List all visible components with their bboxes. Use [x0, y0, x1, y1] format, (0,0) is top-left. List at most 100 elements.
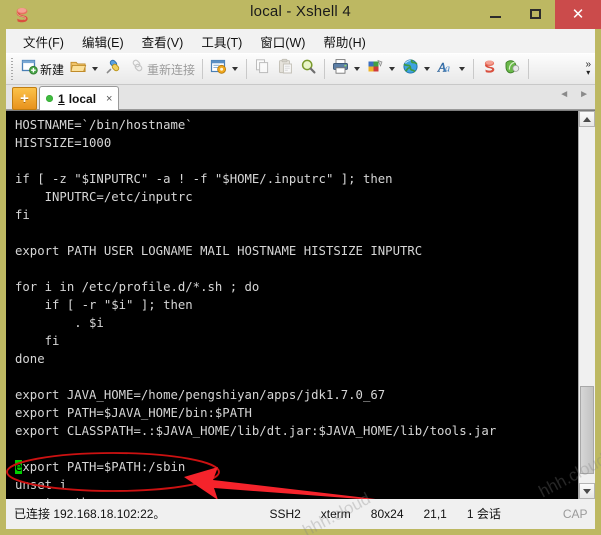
tool-bar: 新建 重新连接 A a » ▾	[6, 54, 595, 85]
menu-help[interactable]: 帮助(H)	[314, 29, 374, 54]
terminal-line: for i in /etc/profile.d/*.sh ; do	[15, 280, 260, 294]
find-button[interactable]	[297, 57, 320, 81]
chevron-down-icon: ▾	[586, 68, 591, 77]
status-size: 80x24	[370, 506, 404, 521]
new-tab-button[interactable]: +	[12, 87, 37, 110]
xshell-button[interactable]	[478, 57, 501, 81]
chevron-up-icon	[583, 116, 591, 122]
globe-icon	[402, 58, 419, 80]
terminal-line: export CLASSPATH=.:$JAVA_HOME/lib/dt.jar…	[15, 424, 497, 438]
tab-scroll-controls: ◄ ►	[559, 89, 589, 100]
tab-local[interactable]: 1 local ×	[39, 86, 120, 110]
xftp-icon	[504, 58, 521, 80]
xftp-button[interactable]	[501, 57, 524, 81]
connection-status-dot-icon	[46, 95, 53, 102]
open-folder-button[interactable]	[67, 57, 90, 81]
terminal-line: done	[15, 352, 45, 366]
terminal-line: export PATH=$PATH:/sbin	[15, 460, 186, 474]
terminal-screen[interactable]: HOSTNAME=`/bin/hostname` HISTSIZE=1000 if…	[6, 111, 578, 499]
tab-bar: + 1 local × ◄ ►	[6, 85, 595, 110]
terminal-line: HOSTNAME=`/bin/hostname`	[15, 118, 193, 132]
new-session-icon	[21, 58, 38, 80]
copy-button[interactable]	[251, 57, 274, 81]
status-connection: 已连接 192.168.18.102:22。	[14, 507, 166, 521]
print-dropdown-icon[interactable]	[354, 67, 361, 71]
copy-icon	[254, 58, 271, 80]
color-scheme-button[interactable]	[364, 57, 387, 81]
tab-scroll-right-icon[interactable]: ►	[579, 89, 589, 100]
open-folder-dropdown-icon[interactable]	[92, 67, 99, 71]
terminal-line: if [ -z "$INPUTRC" -a ! -f "$HOME/.input…	[15, 172, 393, 186]
terminal-cursor: e	[15, 460, 23, 474]
terminal-scrollbar[interactable]	[578, 111, 595, 499]
maximize-icon	[529, 8, 541, 19]
scrollbar-thumb[interactable]	[580, 386, 594, 474]
tab-label: local	[68, 91, 97, 106]
menu-view[interactable]: 查看(V)	[133, 29, 193, 54]
terminal-line: export PATH USER LOGNAME MAIL HOSTNAME H…	[15, 244, 423, 258]
menu-file[interactable]: 文件(F)	[14, 29, 73, 54]
menu-window[interactable]: 窗口(W)	[251, 29, 314, 54]
terminal-line: fi	[15, 208, 30, 222]
terminal-output: HOSTNAME=`/bin/hostname` HISTSIZE=1000 if…	[15, 116, 496, 499]
toolbar-separator-1	[202, 59, 204, 79]
close-button[interactable]: ✕	[555, 0, 601, 29]
properties-button[interactable]	[207, 57, 230, 81]
status-cursor-position: 21,1	[423, 506, 447, 521]
globe-button[interactable]	[399, 57, 422, 81]
status-sessions: 1 会话	[466, 507, 501, 521]
find-icon	[300, 58, 317, 80]
font-button[interactable]: A a	[434, 57, 457, 81]
new-session-label: 新建	[40, 62, 65, 77]
toolbar-separator-4	[473, 59, 475, 79]
font-dropdown-icon[interactable]	[459, 67, 466, 71]
properties-icon	[210, 58, 227, 80]
disconnect-icon	[128, 58, 145, 80]
tab-close-icon[interactable]: ×	[106, 93, 112, 105]
color-scheme-dropdown-icon[interactable]	[389, 67, 396, 71]
toolbar-separator-2	[246, 59, 248, 79]
status-bar: 已连接 192.168.18.102:22。 SSH2 xterm 80x24 …	[6, 499, 595, 528]
chevron-down-icon	[583, 488, 591, 494]
terminal-line: if [ -r "$i" ]; then	[15, 298, 193, 312]
minimize-button[interactable]	[475, 0, 515, 27]
xshell-icon	[481, 58, 498, 80]
paste-button	[274, 57, 297, 81]
terminal-panel: HOSTNAME=`/bin/hostname` HISTSIZE=1000 if…	[6, 110, 595, 499]
terminal-line: export JAVA_HOME=/home/pengshiyan/apps/j…	[15, 388, 386, 402]
font-icon: A a	[437, 58, 454, 80]
toolbar-separator-5	[528, 59, 530, 79]
terminal-line: export PATH=$JAVA_HOME/bin:$PATH	[15, 406, 252, 420]
scroll-down-button[interactable]	[579, 483, 595, 499]
tab-scroll-left-icon[interactable]: ◄	[559, 89, 569, 100]
new-session-button[interactable]: 新建	[18, 57, 67, 81]
connect-button[interactable]	[102, 57, 125, 81]
scroll-up-button[interactable]	[579, 111, 595, 127]
status-emulation: xterm	[320, 506, 351, 521]
toolbar-grip[interactable]	[8, 58, 16, 80]
terminal-line: unset i	[15, 478, 67, 492]
tab-number: 1	[58, 91, 65, 106]
close-icon: ✕	[571, 6, 585, 23]
print-button[interactable]	[329, 57, 352, 81]
properties-dropdown-icon[interactable]	[232, 67, 239, 71]
terminal-line: HISTSIZE=1000	[15, 136, 112, 150]
globe-dropdown-icon[interactable]	[424, 67, 431, 71]
minimize-icon	[489, 16, 501, 18]
maximize-button[interactable]	[515, 0, 555, 27]
toolbar-overflow-button[interactable]: » ▾	[585, 60, 591, 77]
terminal-line: . $i	[15, 316, 104, 330]
toolbar-separator-3	[324, 59, 326, 79]
open-folder-icon	[70, 58, 87, 80]
menu-edit[interactable]: 编辑(E)	[73, 29, 133, 54]
menu-bar: 文件(F) 编辑(E) 查看(V) 工具(T) 窗口(W) 帮助(H)	[6, 29, 595, 54]
terminal-line: fi	[15, 334, 60, 348]
status-cap: CAP	[562, 506, 588, 521]
menu-tools[interactable]: 工具(T)	[192, 29, 251, 54]
plus-icon: +	[20, 90, 29, 107]
